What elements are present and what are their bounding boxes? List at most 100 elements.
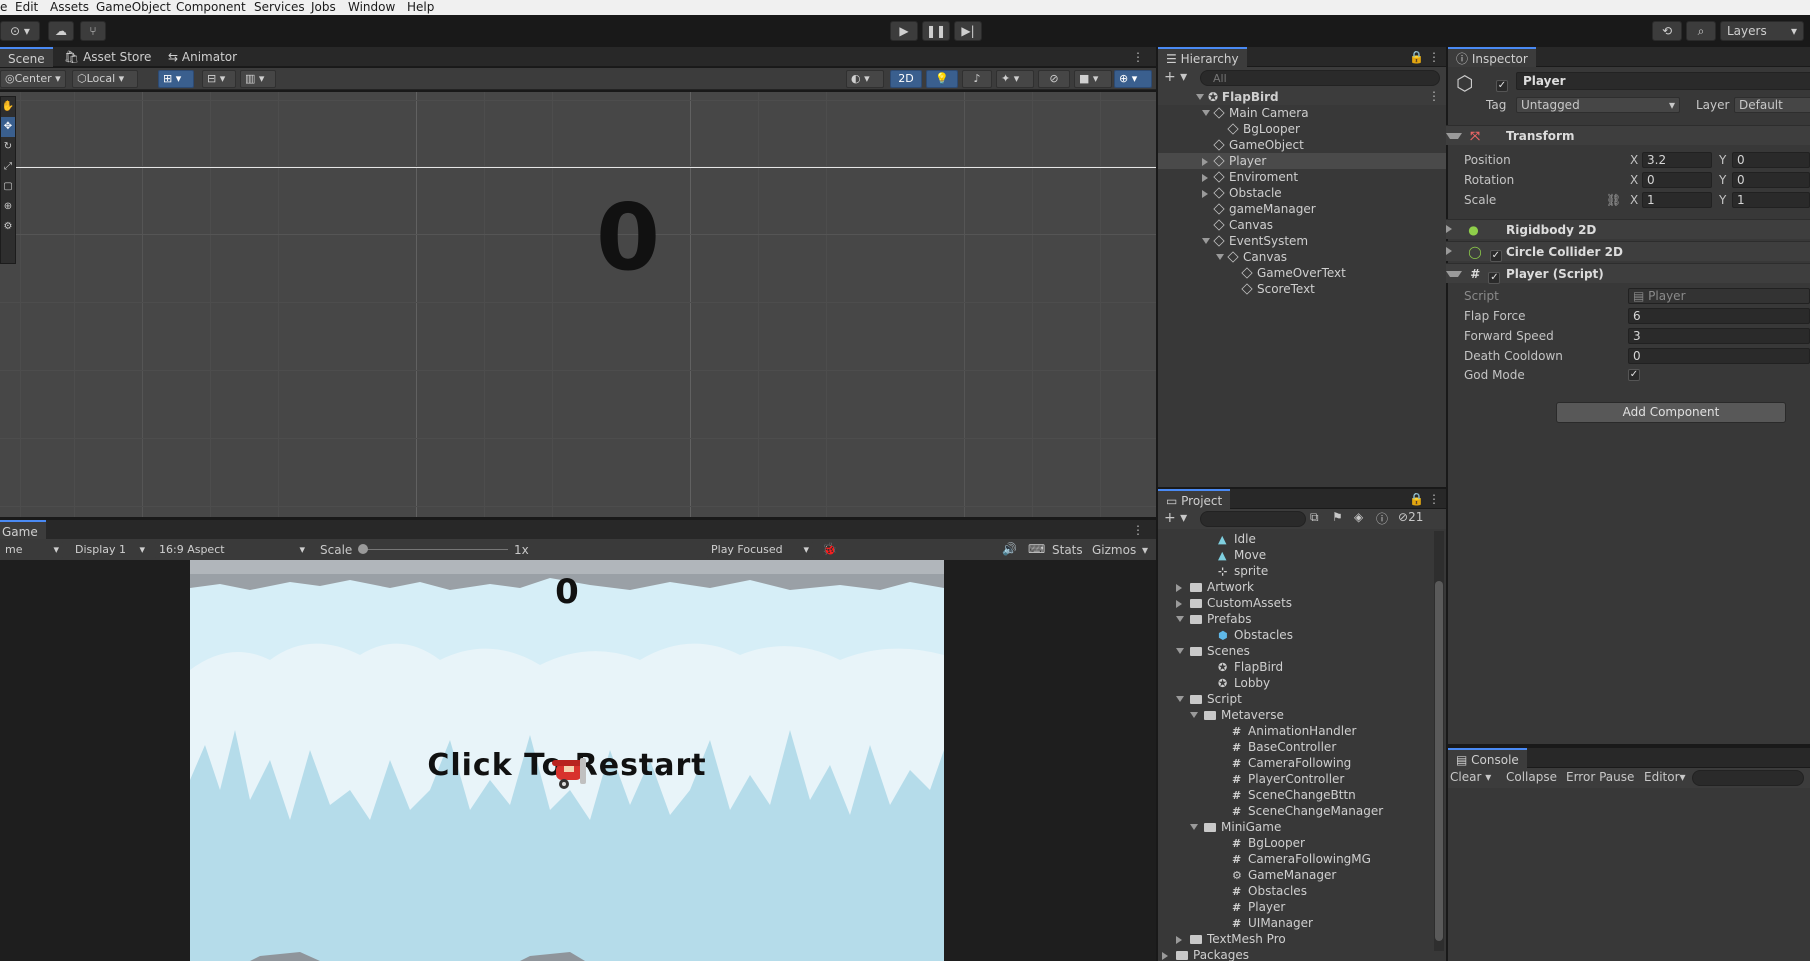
ruler-button[interactable]: ▥ ▾ — [240, 70, 276, 88]
game-viewport[interactable]: 0 Click To Restart — [0, 560, 1156, 961]
hierarchy-item[interactable]: gameManager — [1158, 201, 1448, 217]
project-item[interactable]: # SceneChangeBttn — [1158, 787, 1432, 803]
expand-icon[interactable] — [1190, 712, 1198, 718]
scene-viewport[interactable]: 0 ✋ ✥ ↻ ⤢ ▢ ⊕ ⚙ — [0, 92, 1156, 517]
project-item[interactable]: Script — [1158, 691, 1432, 707]
tag-icon[interactable]: ◈ — [1354, 510, 1363, 524]
custom-tool-icon[interactable]: ⚙ — [1, 217, 15, 237]
play-focused-dropdown[interactable]: Play Focused ▾ — [706, 541, 814, 559]
rotation-y-field[interactable]: 0 — [1732, 172, 1810, 188]
tag-dropdown[interactable]: Untagged ▾ — [1516, 97, 1680, 113]
menu-jobs[interactable]: Jobs — [311, 0, 336, 14]
project-item[interactable]: ✪ Lobby — [1158, 675, 1432, 691]
collapse-button[interactable]: Collapse — [1506, 770, 1557, 784]
clear-button[interactable]: Clear ▾ — [1450, 770, 1491, 784]
error-pause-button[interactable]: Error Pause — [1566, 770, 1634, 784]
project-item[interactable]: ▲ Idle — [1158, 531, 1432, 547]
expand-icon[interactable] — [1202, 110, 1210, 116]
expand-icon[interactable] — [1202, 190, 1208, 198]
expand-icon[interactable] — [1216, 254, 1224, 260]
rigidbody-header[interactable]: ● Rigidbody 2D — [1446, 219, 1810, 239]
game-panel-menu-icon[interactable]: ⋮ — [1132, 523, 1144, 537]
rect-tool-icon[interactable]: ▢ — [1, 177, 15, 197]
gizmos-dropdown[interactable]: ⊕ ▾ — [1114, 70, 1152, 88]
lighting-toggle[interactable]: 💡 — [926, 70, 958, 88]
scale-x-field[interactable]: 1 — [1642, 192, 1712, 208]
history-button[interactable]: ⟲ — [1652, 21, 1682, 41]
hierarchy-item[interactable]: Enviroment — [1158, 169, 1448, 185]
hierarchy-item[interactable]: Main Camera — [1158, 105, 1448, 121]
project-item[interactable]: Packages — [1158, 947, 1432, 961]
expand-icon[interactable] — [1162, 952, 1168, 960]
cloud-button[interactable]: ☁ — [48, 21, 74, 41]
tab-hierarchy[interactable]: ☰ Hierarchy — [1158, 47, 1247, 67]
hierarchy-item[interactable]: Canvas — [1158, 249, 1448, 265]
script-enabled-checkbox[interactable]: ✓ — [1488, 272, 1501, 284]
step-button[interactable]: ▶| — [954, 21, 982, 41]
project-item[interactable]: Scenes — [1158, 643, 1432, 659]
object-name-field[interactable]: Player — [1516, 72, 1810, 90]
menu-edit[interactable]: Edit — [15, 0, 38, 14]
expand-icon[interactable] — [1176, 648, 1184, 654]
project-item[interactable]: TextMesh Pro — [1158, 931, 1432, 947]
audio-toggle[interactable]: ♪ — [962, 70, 992, 88]
aspect-dropdown[interactable]: 16:9 Aspect ▾ — [154, 541, 310, 559]
camera-dropdown[interactable]: ■ ▾ — [1074, 70, 1112, 88]
project-menu-icon[interactable]: ⋮ — [1428, 492, 1440, 506]
add-component-button[interactable]: Add Component — [1556, 402, 1786, 423]
hidden-objects-toggle[interactable]: ⊘ — [1038, 70, 1070, 88]
expand-icon[interactable] — [1202, 238, 1210, 244]
editor-dropdown[interactable]: Editor▾ — [1644, 770, 1686, 784]
hidden-count[interactable]: ⊘21 — [1398, 510, 1423, 524]
display-dropdown[interactable]: Display 1 ▾ — [70, 541, 150, 559]
game-mode-dropdown[interactable]: me ▾ — [0, 541, 64, 559]
position-x-field[interactable]: 3.2 — [1642, 152, 1712, 168]
expand-icon[interactable] — [1176, 584, 1182, 592]
collider-enabled-checkbox[interactable]: ✓ — [1489, 250, 1502, 262]
project-item[interactable]: MiniGame — [1158, 819, 1432, 835]
keyboard-icon[interactable]: ⌨ — [1028, 542, 1045, 556]
project-item[interactable]: ⚙ GameManager — [1158, 867, 1432, 883]
chevron-down-icon[interactable]: ▾ — [1142, 543, 1148, 557]
collab-button[interactable]: ⑂ — [80, 21, 106, 41]
project-item[interactable]: ⊹ sprite — [1158, 563, 1432, 579]
pivot-dropdown[interactable]: ◎Center ▾ — [0, 70, 66, 88]
menu-window[interactable]: Window — [348, 0, 395, 14]
position-y-field[interactable]: 0 — [1732, 152, 1810, 168]
project-item[interactable]: # SceneChangeManager — [1158, 803, 1432, 819]
project-scrollbar-thumb[interactable] — [1435, 581, 1443, 941]
hierarchy-item[interactable]: Obstacle — [1158, 185, 1448, 201]
forward-speed-field[interactable]: 3 — [1628, 328, 1810, 344]
grid-snap-button[interactable]: ⊞ ▾ — [158, 70, 194, 88]
project-item[interactable]: # BgLooper — [1158, 835, 1432, 851]
expand-icon[interactable] — [1202, 174, 1208, 182]
toggle-2d-button[interactable]: 2D — [890, 70, 922, 88]
rotate-tool-icon[interactable]: ↻ — [1, 137, 15, 157]
panel-menu-icon[interactable]: ⋮ — [1132, 50, 1144, 64]
effects-dropdown[interactable]: ✦ ▾ — [996, 70, 1034, 88]
audio-mute-icon[interactable]: 🔊 — [1002, 542, 1017, 556]
hierarchy-menu-icon[interactable]: ⋮ — [1428, 50, 1440, 64]
project-item[interactable]: # CameraFollowing — [1158, 755, 1432, 771]
search-by-type-icon[interactable]: ⧉ — [1310, 510, 1319, 525]
account-dropdown[interactable]: ⊙ ▾ — [0, 21, 40, 41]
tab-console[interactable]: ▤ Console — [1448, 748, 1527, 768]
project-item[interactable]: # CameraFollowingMG — [1158, 851, 1432, 867]
lock-icon[interactable]: 🔒 — [1409, 50, 1424, 64]
expand-icon[interactable] — [1190, 824, 1198, 830]
hierarchy-search-input[interactable] — [1200, 70, 1440, 86]
pause-button[interactable]: ❚❚ — [922, 21, 950, 41]
menu-file-edge[interactable]: e — [0, 0, 7, 14]
scale-y-field[interactable]: 1 — [1732, 192, 1810, 208]
menu-assets[interactable]: Assets — [50, 0, 89, 14]
flap-force-field[interactable]: 6 — [1628, 308, 1810, 324]
create-asset-button[interactable]: + ▾ — [1164, 510, 1187, 526]
menu-gameobject[interactable]: GameObject — [96, 0, 171, 14]
link-scale-icon[interactable]: ⛓ — [1606, 193, 1621, 207]
project-search-input[interactable] — [1200, 511, 1306, 527]
project-item[interactable]: # PlayerController — [1158, 771, 1432, 787]
layers-dropdown[interactable]: Layers ▾ — [1720, 21, 1804, 41]
transform-header[interactable]: ⤧ Transform — [1446, 125, 1810, 145]
menu-help[interactable]: Help — [407, 0, 434, 14]
project-item[interactable]: Artwork — [1158, 579, 1432, 595]
